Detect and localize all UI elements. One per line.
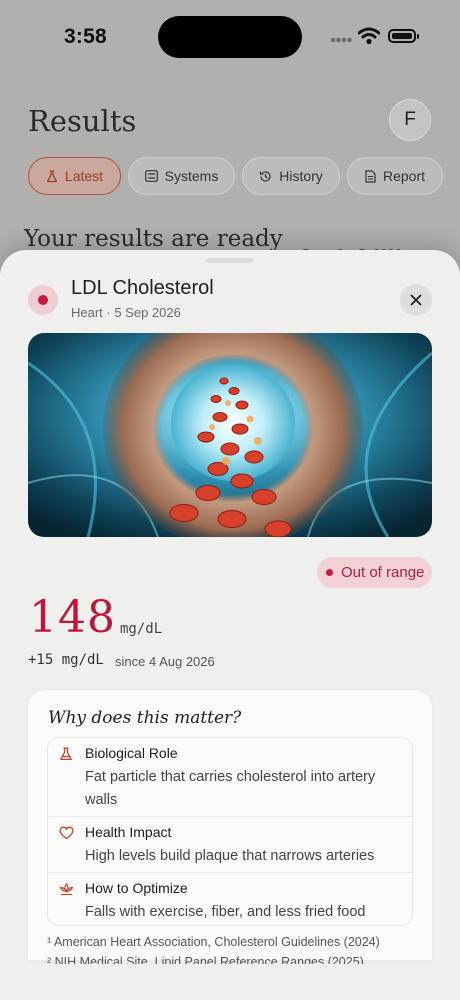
tab-history[interactable]: History bbox=[242, 157, 340, 195]
tab-latest[interactable]: Latest bbox=[28, 157, 121, 195]
dynamic-island bbox=[158, 16, 302, 58]
signal-icon bbox=[330, 37, 352, 43]
marker-name: LDL Cholesterol bbox=[71, 277, 214, 299]
why-title: Why does this matter? bbox=[48, 708, 242, 728]
marker-value: 148 bbox=[29, 592, 116, 643]
history-icon bbox=[260, 170, 271, 182]
tab-label: History bbox=[279, 168, 323, 184]
tab-systems[interactable]: Systems bbox=[128, 157, 235, 195]
lotus-icon bbox=[59, 883, 74, 896]
fact-list: Biological Role Fat particle that carrie… bbox=[47, 737, 413, 926]
tab-label: Latest bbox=[64, 168, 104, 184]
wifi-icon bbox=[358, 27, 380, 45]
status-badge: Out of range bbox=[317, 557, 432, 588]
flask-icon bbox=[46, 169, 58, 182]
tab-report[interactable]: Report bbox=[347, 157, 443, 195]
tab-label: Systems bbox=[164, 168, 219, 184]
sheet-grabber[interactable] bbox=[206, 258, 254, 263]
close-icon bbox=[410, 294, 422, 306]
fact-item-health-impact: Health Impact High levels build plaque t… bbox=[48, 817, 412, 872]
marker-detail-sheet: LDL Cholesterol Heart · 5 Sep 2026 Out o… bbox=[0, 250, 460, 1000]
background-heading: Your results are ready bbox=[24, 226, 283, 252]
page-title: Results bbox=[28, 104, 137, 138]
marker-since: since 4 Aug 2026 bbox=[115, 654, 215, 669]
close-button[interactable] bbox=[400, 284, 432, 316]
artery-illustration bbox=[28, 333, 432, 537]
status-dot bbox=[326, 569, 333, 576]
marker-delta: +15 mg/dL bbox=[28, 652, 104, 668]
status-dot-icon bbox=[28, 285, 58, 315]
heart-icon bbox=[59, 826, 74, 840]
status-bar: 3:58 bbox=[0, 0, 460, 76]
fact-heading: How to Optimize bbox=[85, 880, 188, 896]
fact-heading: Health Impact bbox=[85, 824, 172, 840]
fact-item-how-to-optimize: How to Optimize Falls with exercise, fib… bbox=[48, 873, 412, 927]
footnote: ² NIH Medical Site, Lipid Panel Referenc… bbox=[47, 956, 364, 964]
sliders-icon bbox=[144, 170, 158, 182]
avatar[interactable]: F bbox=[389, 99, 431, 141]
fact-body: Fat particle that carries cholesterol in… bbox=[85, 769, 376, 808]
marker-subtitle: Heart · 5 Sep 2026 bbox=[71, 305, 181, 320]
why-it-matters-card: Why does this matter? Biological Role Fa… bbox=[28, 690, 432, 960]
status-badge-label: Out of range bbox=[341, 564, 425, 581]
document-icon bbox=[365, 169, 376, 183]
tab-label: Report bbox=[382, 168, 426, 184]
fact-item-biological-role: Biological Role Fat particle that carrie… bbox=[48, 738, 412, 816]
status-time: 3:58 bbox=[64, 25, 107, 48]
marker-unit: mg/dL bbox=[120, 621, 163, 637]
footnote: ¹ American Heart Association, Cholestero… bbox=[47, 935, 380, 949]
battery-icon bbox=[388, 29, 419, 43]
fact-heading: Biological Role bbox=[85, 745, 178, 761]
fact-body: Falls with exercise, fiber, and less fri… bbox=[85, 904, 366, 920]
sheet-bottom-fade bbox=[0, 965, 460, 1000]
flask-icon bbox=[60, 747, 72, 760]
fact-body: High levels build plaque that narrows ar… bbox=[85, 848, 375, 864]
